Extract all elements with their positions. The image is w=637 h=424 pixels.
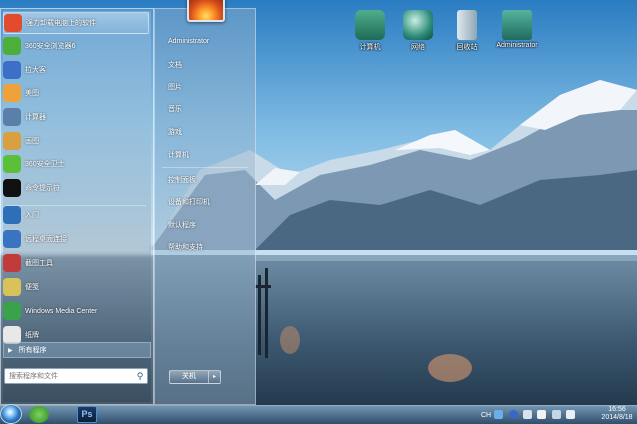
start-menu-program-item[interactable]: 计算器 xyxy=(3,106,149,128)
start-menu-program-item[interactable]: 命令提示符 xyxy=(3,177,149,199)
program-label: 入门 xyxy=(25,212,39,219)
program-label: 画图 xyxy=(25,138,39,145)
paint-icon xyxy=(3,132,21,150)
program-label: 便笺 xyxy=(25,284,39,291)
help-icon[interactable] xyxy=(509,410,518,419)
desktop-icon-recycle-bin[interactable]: 回收站 xyxy=(443,10,491,52)
program-label: 强力卸载电脑上的软件 xyxy=(26,20,96,27)
start-menu-program-item[interactable]: 入门 xyxy=(3,204,149,226)
photoshop-taskbar-button[interactable]: Ps xyxy=(77,406,97,423)
start-menu-program-item[interactable]: 强力卸载电脑上的软件 xyxy=(3,12,149,34)
user-picture[interactable] xyxy=(187,0,225,22)
program-label: 美图 xyxy=(25,90,39,97)
all-programs-label: 所有程序 xyxy=(18,347,47,354)
snipping-tool-icon xyxy=(3,254,21,272)
recycle-bin-icon xyxy=(457,10,477,40)
program-label: 计算器 xyxy=(25,114,46,121)
start-button[interactable] xyxy=(0,404,22,424)
meitu-icon xyxy=(3,84,21,102)
desktop-icon-network[interactable]: 网络 xyxy=(394,10,442,52)
desktop-icon-label: 回收站 xyxy=(456,44,478,51)
start-menu-program-item[interactable]: 画图 xyxy=(3,130,149,152)
network-icon xyxy=(403,10,433,40)
start-menu-program-item[interactable]: 截图工具 xyxy=(3,252,149,274)
program-label: 360安全浏览器6 xyxy=(25,43,76,50)
shutdown-options-icon[interactable]: ▸ xyxy=(208,371,220,383)
desktop-icon-label: 计算机 xyxy=(359,44,381,51)
network-tray-icon[interactable] xyxy=(552,410,561,419)
arrow-right-icon: ▶ xyxy=(8,347,13,354)
search-box: ⚲ xyxy=(4,368,148,384)
program-label: 截图工具 xyxy=(25,260,53,267)
system-clock[interactable]: 16:56 2014/8/18 xyxy=(600,406,634,422)
flag-icon[interactable] xyxy=(537,410,546,419)
start-menu-place-item[interactable]: 默认程序 xyxy=(168,220,196,230)
start-menu-program-item[interactable]: Windows Media Center xyxy=(3,300,149,322)
volume-icon[interactable] xyxy=(566,410,575,419)
sticky-notes-icon xyxy=(3,278,21,296)
desktop-icon-label: Administrator xyxy=(496,42,538,49)
start-menu-place-item[interactable]: 游戏 xyxy=(168,127,182,137)
start-menu-program-item[interactable]: 360安全浏览器6 xyxy=(3,35,149,57)
shutdown-button[interactable]: 关机 ▸ xyxy=(169,370,221,384)
desktop-icon-label: 网络 xyxy=(411,44,425,51)
remote-desktop-icon xyxy=(3,230,21,248)
desktop-icon-computer[interactable]: 计算机 xyxy=(346,10,394,52)
start-menu-program-item[interactable]: 美图 xyxy=(3,82,149,104)
program-label: 命令提示符 xyxy=(25,185,60,192)
start-menu-place-item[interactable]: 计算机 xyxy=(168,150,189,160)
separator xyxy=(162,167,248,168)
clock-time: 16:56 xyxy=(608,406,626,413)
start-menu-place-item[interactable]: 文档 xyxy=(168,60,182,70)
all-programs-button[interactable]: ▶ 所有程序 xyxy=(3,342,151,358)
program-label: 远程桌面连接 xyxy=(25,236,67,243)
start-menu-place-item[interactable]: 音乐 xyxy=(168,104,182,114)
search-input[interactable] xyxy=(5,369,133,383)
separator xyxy=(6,205,146,206)
shutdown-label: 关机 xyxy=(182,373,196,380)
start-menu-program-item[interactable]: 便笺 xyxy=(3,276,149,298)
usb-icon[interactable] xyxy=(523,410,532,419)
start-menu-place-item[interactable]: 设备和打印机 xyxy=(168,197,210,207)
program-label: 纸牌 xyxy=(25,332,39,339)
browser-360-icon xyxy=(3,37,21,55)
desktop-icon-administrator[interactable]: Administrator xyxy=(493,10,541,49)
shield-360-icon xyxy=(3,155,21,173)
clock-date: 2014/8/18 xyxy=(601,414,633,421)
uninstall-icon xyxy=(4,14,22,32)
photoshop-label: Ps xyxy=(81,409,93,419)
app-icon xyxy=(3,61,21,79)
start-menu-place-item[interactable]: Administrator xyxy=(168,38,209,45)
getting-started-icon xyxy=(3,206,21,224)
ime-icon[interactable] xyxy=(494,410,503,419)
program-label: 拉大客 xyxy=(25,67,46,74)
qq-taskbar-icon[interactable] xyxy=(29,406,49,423)
start-menu-program-item[interactable]: 远程桌面连接 xyxy=(3,228,149,250)
computer-icon xyxy=(355,10,385,40)
program-label: 360安全卫士 xyxy=(25,161,65,168)
start-menu-program-item[interactable]: 360安全卫士 xyxy=(3,153,149,175)
user-folder-icon xyxy=(502,10,532,40)
start-menu-program-item[interactable]: 拉大客 xyxy=(3,59,149,81)
calculator-icon xyxy=(3,108,21,126)
search-icon[interactable]: ⚲ xyxy=(133,369,147,383)
start-menu-place-item[interactable]: 帮助和支持 xyxy=(168,242,203,252)
program-label: Windows Media Center xyxy=(25,307,98,315)
cmd-icon xyxy=(3,179,21,197)
input-method-indicator[interactable]: CH xyxy=(481,407,491,423)
start-menu-place-item[interactable]: 控制面板 xyxy=(168,175,196,185)
start-menu-place-item[interactable]: 图片 xyxy=(168,82,182,92)
media-center-icon xyxy=(3,302,21,320)
